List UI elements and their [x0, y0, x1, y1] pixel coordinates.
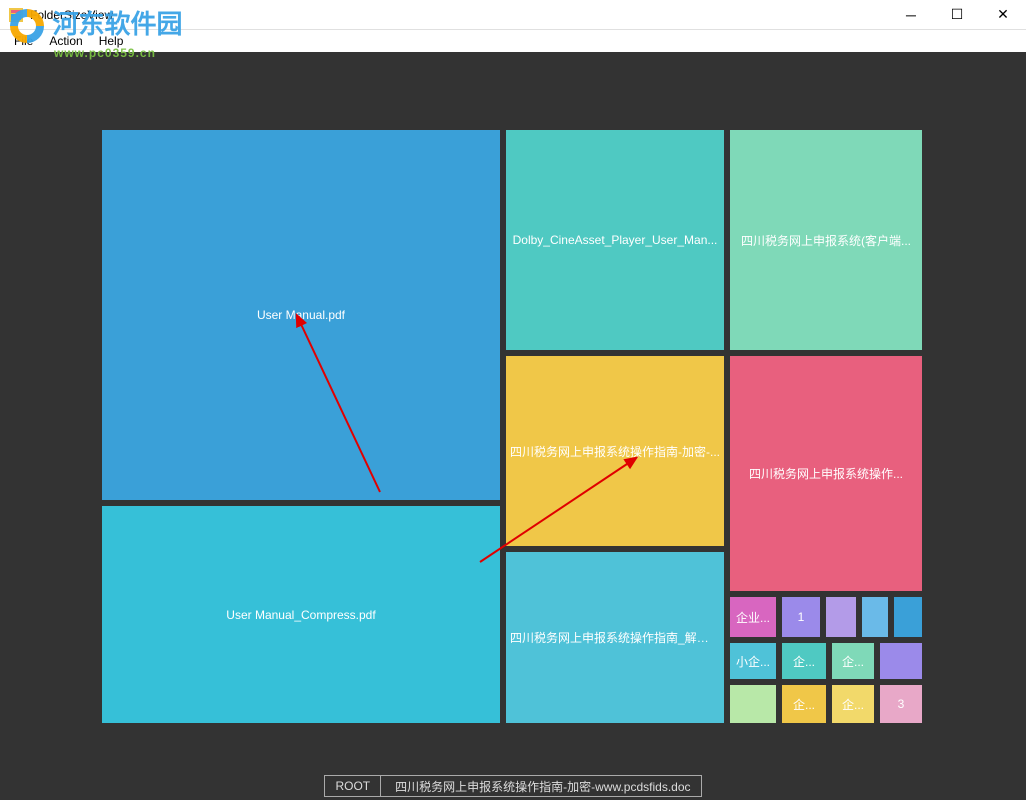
treemap-tile[interactable]: 企...	[832, 643, 874, 679]
treemap-tile-label: User Manual.pdf	[257, 308, 345, 322]
treemap-tile[interactable]: User Manual.pdf	[102, 130, 500, 500]
treemap-tile-label: User Manual_Compress.pdf	[226, 608, 375, 622]
treemap-tile-label: 小企...	[736, 653, 770, 670]
window-titlebar: FolderSizeView ─ ☐ ✕	[0, 0, 1026, 30]
maximize-button[interactable]: ☐	[934, 0, 980, 30]
treemap-tile-label: 企...	[793, 696, 815, 713]
treemap-tile-label: 四川税务网上申报系统操作...	[749, 465, 903, 482]
treemap-tile-label: 四川税务网上申报系统操作指南_解密_...	[510, 629, 720, 646]
treemap-tile[interactable]: User Manual_Compress.pdf	[102, 506, 500, 723]
treemap-tile[interactable]: 企...	[782, 643, 826, 679]
treemap-tile-label: Dolby_CineAsset_Player_User_Man...	[513, 233, 718, 247]
window-title: FolderSizeView	[30, 8, 888, 22]
minimize-button[interactable]: ─	[888, 0, 934, 30]
treemap-tile-label: 企...	[793, 653, 815, 670]
treemap-tile[interactable]: 1	[782, 597, 820, 637]
treemap-tile[interactable]: 企...	[782, 685, 826, 723]
treemap-tile[interactable]: 四川税务网上申报系统操作...	[730, 356, 922, 591]
close-button[interactable]: ✕	[980, 0, 1026, 30]
menu-action[interactable]: Action	[41, 32, 90, 50]
treemap-tile[interactable]: 小企...	[730, 643, 776, 679]
menu-help[interactable]: Help	[91, 32, 132, 50]
breadcrumb-current[interactable]: 四川税务网上申报系统操作指南-加密-www.pcdsfids.doc	[380, 775, 701, 797]
treemap-tile-label: 企...	[842, 653, 864, 670]
treemap-tile[interactable]: 四川税务网上申报系统操作指南_解密_...	[506, 552, 724, 723]
treemap-tile[interactable]: 企...	[832, 685, 874, 723]
treemap-tile[interactable]: 四川税务网上申报系统(客户端...	[730, 130, 922, 350]
treemap-tile[interactable]	[826, 597, 856, 637]
treemap-tile[interactable]	[880, 643, 922, 679]
treemap-tile[interactable]: 四川税务网上申报系统操作指南-加密-...	[506, 356, 724, 546]
breadcrumb-root[interactable]: ROOT	[324, 775, 380, 797]
client-area: User Manual.pdf User Manual_Compress.pdf D…	[0, 52, 1026, 800]
treemap: User Manual.pdf User Manual_Compress.pdf D…	[102, 130, 922, 724]
breadcrumb-root-label: ROOT	[335, 779, 370, 793]
treemap-tile[interactable]: Dolby_CineAsset_Player_User_Man...	[506, 130, 724, 350]
treemap-tile-label: 1	[798, 610, 805, 624]
treemap-tile-label: 四川税务网上申报系统操作指南-加密-...	[510, 443, 720, 460]
menubar: File Action Help	[0, 30, 1026, 52]
treemap-tile[interactable]	[894, 597, 922, 637]
treemap-tile[interactable]: 3	[880, 685, 922, 723]
menu-file[interactable]: File	[6, 32, 41, 50]
breadcrumb-current-label: 四川税务网上申报系统操作指南-加密-www.pcdsfids.doc	[395, 778, 690, 795]
treemap-tile[interactable]	[862, 597, 888, 637]
treemap-tile-label: 企业...	[736, 609, 770, 626]
breadcrumb-bar: ROOT 四川税务网上申报系统操作指南-加密-www.pcdsfids.doc	[0, 772, 1026, 800]
window-controls: ─ ☐ ✕	[888, 0, 1026, 30]
app-icon	[8, 7, 24, 23]
treemap-tile-label: 企...	[842, 696, 864, 713]
treemap-tile-label: 四川税务网上申报系统(客户端...	[741, 232, 911, 249]
treemap-tile[interactable]	[730, 685, 776, 723]
treemap-tile[interactable]: 企业...	[730, 597, 776, 637]
treemap-tile-label: 3	[898, 697, 905, 711]
